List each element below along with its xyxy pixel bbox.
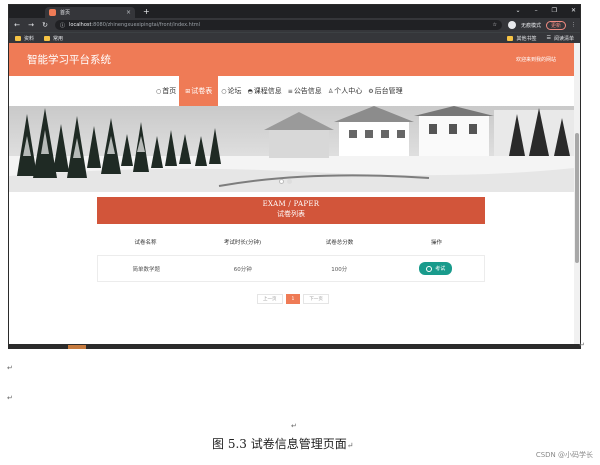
welcome-text: 欢迎来到我的网站 <box>515 57 556 63</box>
folder-icon <box>507 35 514 41</box>
favicon-icon <box>49 9 56 16</box>
taskbar-item <box>68 345 86 349</box>
other-bookmarks[interactable]: 其他书签 <box>507 35 537 42</box>
home-icon: ○ <box>156 87 162 95</box>
paragraph-mark: ↵ <box>7 394 13 402</box>
forum-icon: ○ <box>221 87 227 95</box>
close-tab-icon[interactable]: × <box>126 9 131 16</box>
banner-carousel[interactable] <box>9 106 574 192</box>
update-button[interactable]: 更新 <box>545 20 566 30</box>
header-duration: 考试时长(分钟) <box>223 240 262 246</box>
grid-icon: ⊞ <box>185 87 191 95</box>
table-row: 简单数学题 60分钟 100分 考试 <box>97 255 485 282</box>
course-icon: ◓ <box>247 87 253 95</box>
figure-caption: 图 5.3 试卷信息管理页面↵ <box>212 437 354 451</box>
tab-bar: 首页 × + ⌄ – ❐ ✕ <box>9 5 580 18</box>
site-title: 智能学习平台系统 <box>27 54 111 66</box>
paragraph-mark: ↵ <box>579 341 585 349</box>
section-title-en: EXAM / PAPER <box>262 200 320 208</box>
nav-announcements[interactable]: ≡ 公告信息 <box>285 76 325 106</box>
exam-score: 100分 <box>331 266 348 273</box>
new-tab-button[interactable]: + <box>143 7 150 16</box>
nav-admin[interactable]: ⚙ 后台管理 <box>365 76 405 106</box>
bookmarks-bar: 资料 常用 其他书签 ☰ 阅读清单 <box>9 32 580 43</box>
back-icon[interactable]: ← <box>13 21 21 29</box>
tab-search-icon[interactable]: ⌄ <box>516 7 521 14</box>
shield-check-icon <box>426 265 433 272</box>
browser-tab[interactable]: 首页 × <box>45 7 135 18</box>
paragraph-mark: ↵ <box>291 422 297 430</box>
pagination: 上一页 1 下一页 <box>257 294 329 304</box>
tab-title: 首页 <box>60 10 71 16</box>
info-icon[interactable]: ⓘ <box>60 22 65 29</box>
address-bar[interactable]: ⓘ localhost:8080/zhinengxuexipingtai/fro… <box>55 20 502 30</box>
exam-table: 试卷名称 考试时长(分钟) 试卷总分数 操作 简单数学题 60分钟 100分 考… <box>97 232 485 282</box>
user-icon: ♙ <box>327 87 334 95</box>
taskbar-strip <box>8 345 581 349</box>
browser-toolbar: ← → ↻ ⓘ localhost:8080/zhinengxuexipingt… <box>9 18 580 32</box>
paragraph-mark: ↵ <box>7 364 13 372</box>
reading-list[interactable]: ☰ 阅读清单 <box>547 35 575 42</box>
watermark: CSDN @小码学长 <box>535 451 593 459</box>
menu-icon[interactable]: ⋮ <box>571 22 576 28</box>
current-page[interactable]: 1 <box>285 294 301 304</box>
browser-window: 首页 × + ⌄ – ❐ ✕ ← → ↻ ⓘ localhost:8080/zh… <box>8 4 581 345</box>
profile-label[interactable]: 无痕模式 <box>521 22 541 29</box>
reading-list-icon: ☰ <box>546 35 551 41</box>
nav-exam-papers[interactable]: ⊞ 试卷表 <box>179 76 219 106</box>
next-page-button[interactable]: 下一页 <box>303 294 329 304</box>
nav-courses[interactable]: ◓ 课程信息 <box>245 76 285 106</box>
nav-profile[interactable]: ♙ 个人中心 <box>325 76 365 106</box>
list-icon: ≡ <box>287 87 293 95</box>
page-viewport: 智能学习平台系统 欢迎来到我的网站 ○ 首页 ⊞ 试卷表 ○ 论坛 ◓ 课程信息 ≡ 公告… <box>9 43 580 344</box>
carousel-indicators <box>279 179 292 184</box>
scrollbar-thumb[interactable] <box>575 133 579 263</box>
forward-icon[interactable]: → <box>27 21 35 29</box>
header-action: 操作 <box>430 240 442 246</box>
main-nav: ○ 首页 ⊞ 试卷表 ○ 论坛 ◓ 课程信息 ≡ 公告信息 ♙ 个人中心 ⚙ 后台管理 <box>9 76 574 106</box>
profile-avatar[interactable] <box>507 21 516 29</box>
section-title-cn: 试卷列表 <box>277 210 305 218</box>
window-controls: ⌄ – ❐ ✕ <box>516 7 576 14</box>
url-path: :8080/zhinengxuexipingtai/front/index.ht… <box>91 22 201 28</box>
close-window-icon[interactable]: ✕ <box>571 7 576 14</box>
settings-icon: ⚙ <box>368 87 374 95</box>
header-score: 试卷总分数 <box>325 240 354 246</box>
header-name: 试卷名称 <box>134 240 157 246</box>
exam-name: 简单数学题 <box>132 266 160 273</box>
nav-forum[interactable]: ○ 论坛 <box>218 76 244 106</box>
section-heading: EXAM / PAPER 试卷列表 <box>97 197 485 224</box>
bookmark-folder-changyong[interactable]: 常用 <box>44 35 63 42</box>
table-header: 试卷名称 考试时长(分钟) 试卷总分数 操作 <box>97 232 485 252</box>
minimize-icon[interactable]: – <box>535 7 538 14</box>
folder-icon <box>15 35 21 41</box>
take-exam-button[interactable]: 考试 <box>419 262 453 275</box>
exam-duration: 60分钟 <box>233 266 252 273</box>
carousel-dot[interactable] <box>279 179 284 184</box>
url-host: localhost <box>69 22 92 28</box>
page-scrollbar[interactable] <box>574 43 580 344</box>
bookmark-star-icon[interactable]: ☆ <box>492 22 496 28</box>
prev-page-button[interactable]: 上一页 <box>257 294 283 304</box>
maximize-icon[interactable]: ❐ <box>552 7 557 14</box>
bookmark-folder-ziliao[interactable]: 资料 <box>15 35 34 42</box>
carousel-dot[interactable] <box>287 179 292 184</box>
reload-icon[interactable]: ↻ <box>41 21 49 29</box>
folder-icon <box>44 35 51 41</box>
site-header: 智能学习平台系统 欢迎来到我的网站 <box>9 43 574 76</box>
nav-home[interactable]: ○ 首页 <box>153 76 179 106</box>
